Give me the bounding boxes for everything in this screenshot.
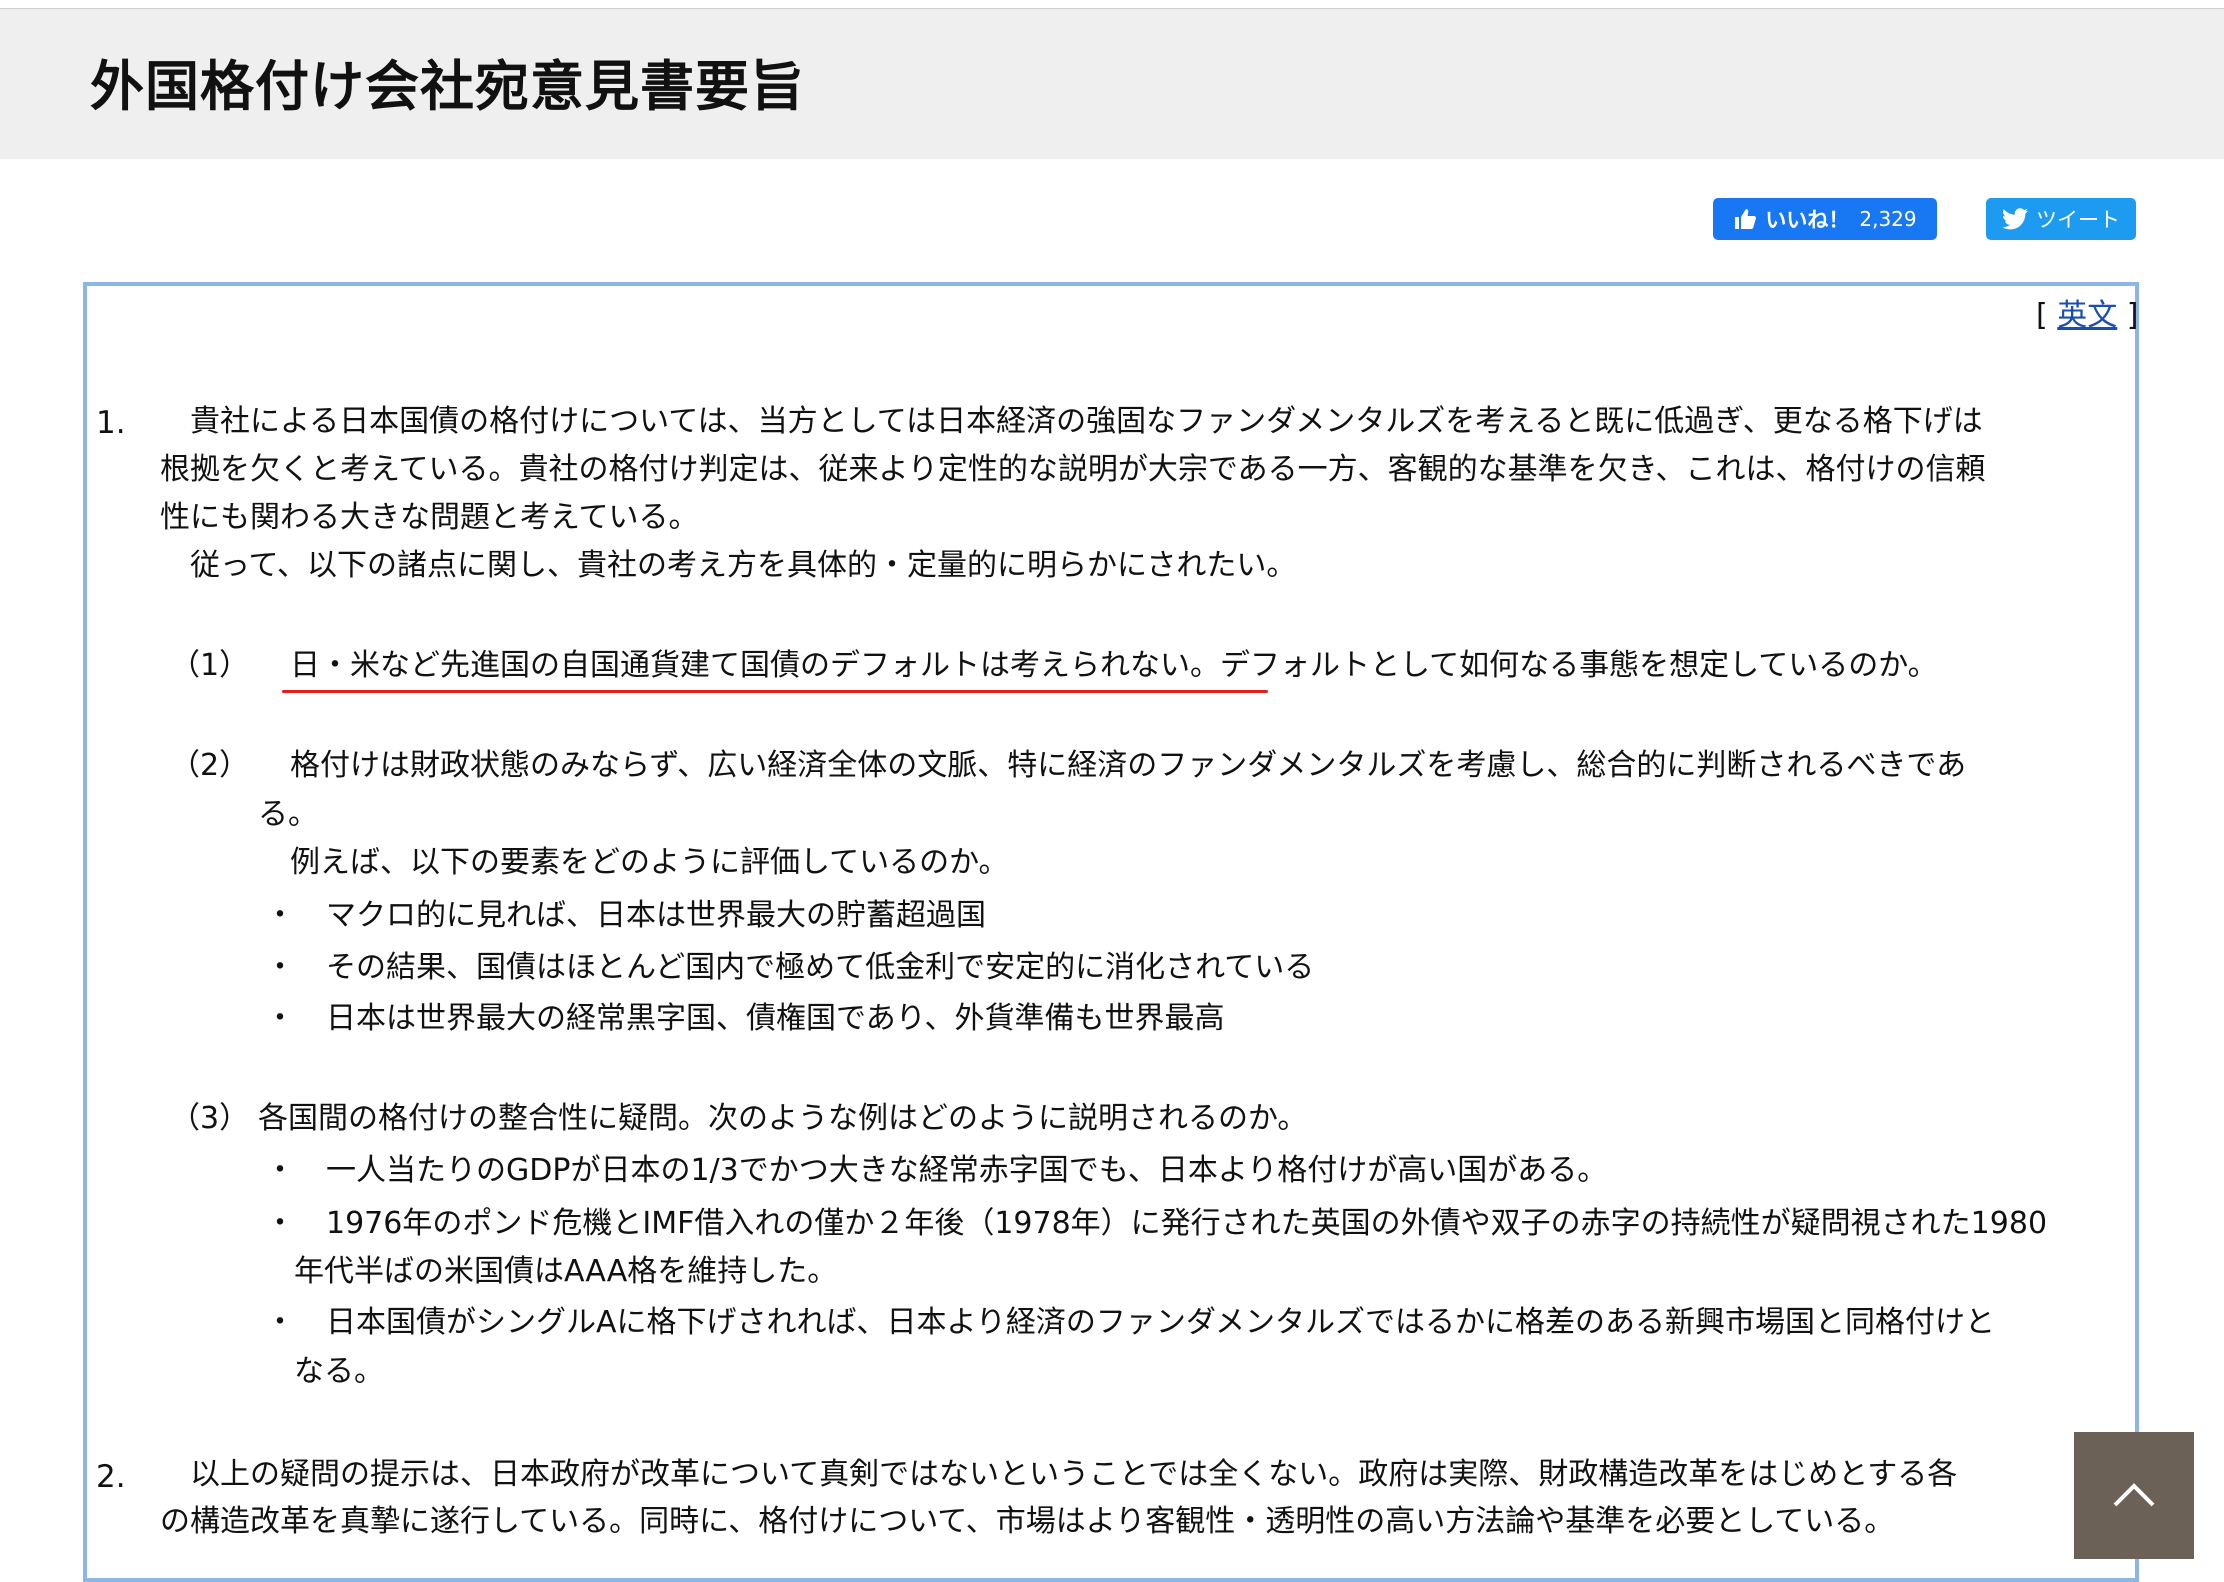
item-1-marker: （1） [170, 648, 250, 683]
list-item: その結果、国債はほとんど国内で極めて低金利で安定的に消化されている [326, 950, 1315, 985]
chevron-up-icon [2111, 1479, 2157, 1513]
list-item-continuation: なる。 [294, 1354, 384, 1389]
bracket-open: [ [2036, 298, 2058, 333]
item-2-line: る。 [258, 797, 318, 832]
like-count: 2,329 [1859, 207, 1917, 231]
list-item: マクロ的に見れば、日本は世界最大の貯蓄超過国 [326, 898, 986, 933]
list-item: 日本は世界最大の経常黒字国、債権国であり、外貨準備も世界最高 [326, 1001, 1225, 1036]
item-2-line: 例えば、以下の要素をどのように評価しているのか。 [290, 845, 1009, 880]
thumbs-up-icon [1733, 207, 1757, 231]
bullet-marker: ・ [265, 1001, 295, 1036]
twitter-bird-icon [2002, 208, 2028, 230]
section-2-line: 以上の疑問の提示は、日本政府が改革について真剣ではないということでは全くない。政… [160, 1457, 1958, 1492]
bullet-marker: ・ [265, 1206, 295, 1241]
section-1-line: 性にも関わる大きな問題と考えている。 [160, 500, 699, 535]
section-1-line: 根拠を欠くと考えている。貴社の格付け判定は、従来より定性的な説明が大宗である一方… [160, 452, 1986, 487]
facebook-like-button[interactable]: いいね！ 2,329 [1713, 198, 1937, 240]
top-border [0, 0, 2224, 9]
english-link-wrap: [ 英文 ] [2036, 296, 2139, 336]
english-version-link[interactable]: 英文 [2057, 298, 2117, 333]
bullet-marker: ・ [265, 1305, 295, 1340]
tweet-button[interactable]: ツイート [1986, 198, 2136, 240]
item-2-line: 格付けは財政状態のみならず、広い経済全体の文脈、特に経済のファンダメンタルズを考… [290, 748, 1967, 783]
item-2-marker: （2） [170, 748, 250, 783]
section-1-number: 1. [96, 405, 126, 441]
list-item: 日本国債がシングルAに格下げされれば、日本より経済のファンダメンタルズではるかに… [326, 1305, 1996, 1340]
scroll-to-top-button[interactable] [2074, 1432, 2194, 1559]
item-3-text: 各国間の格付けの整合性に疑問。次のような例はどのように説明されるのか。 [258, 1101, 1308, 1136]
page-title: 外国格付け会社宛意見書要旨 [90, 55, 805, 118]
section-2-line: の構造改革を真摯に遂行している。同時に、格付けについて、市場はより客観性・透明性… [160, 1504, 1895, 1539]
tweet-label: ツイート [2036, 208, 2120, 232]
item-3-marker: （3） [170, 1101, 250, 1136]
section-2-number: 2. [96, 1459, 126, 1495]
bullet-marker: ・ [265, 1153, 295, 1188]
item-1-text: 日・米など先進国の自国通貨建て国債のデフォルトは考えられない。デフォルトとして如… [290, 648, 1938, 683]
list-item-continuation: 年代半ばの米国債はAAA格を維持した。 [294, 1254, 838, 1289]
list-item: 一人当たりのGDPが日本の1/3でかつ大きな経常赤字国でも、日本より格付けが高い… [326, 1153, 1608, 1188]
section-1-line: 従って、以下の諸点に関し、貴社の考え方を具体的・定量的に明らかにされたい。 [160, 548, 1297, 583]
bullet-marker: ・ [265, 950, 295, 985]
like-label: いいね！ [1765, 208, 1850, 232]
section-1-line: 貴社による日本国債の格付けについては、当方としては日本経済の強固なファンダメンタ… [160, 404, 1983, 439]
list-item: 1976年のポンド危機とIMF借入れの僅か２年後（1978年）に発行された英国の… [326, 1206, 2048, 1241]
red-underline-annotation [282, 690, 1268, 693]
bullet-marker: ・ [265, 898, 295, 933]
bracket-close: ] [2117, 298, 2139, 333]
